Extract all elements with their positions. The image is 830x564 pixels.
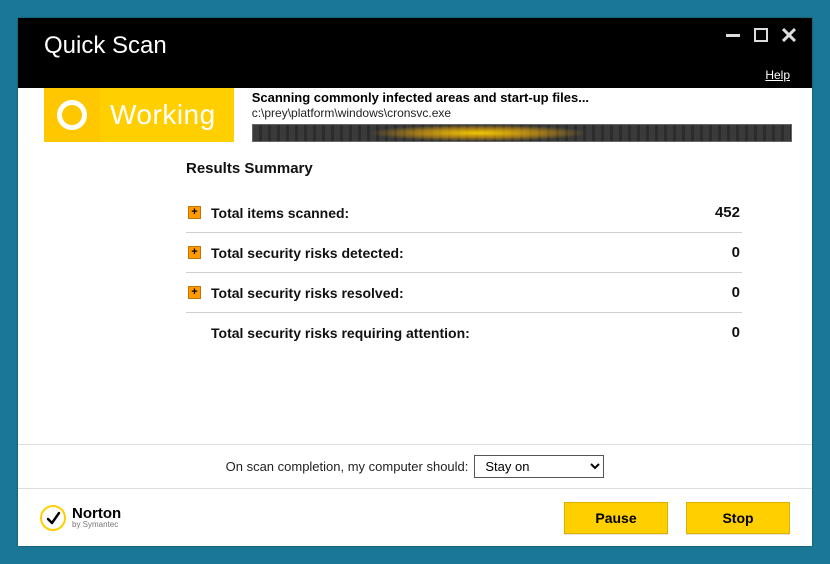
brand-sub: by Symantec bbox=[72, 521, 121, 529]
close-icon[interactable] bbox=[780, 26, 798, 44]
scan-message: Scanning commonly infected areas and sta… bbox=[252, 90, 792, 105]
brand-text: Norton by Symantec bbox=[72, 506, 121, 529]
help-link[interactable]: Help bbox=[765, 68, 790, 82]
minimize-icon[interactable] bbox=[724, 26, 742, 44]
stop-button[interactable]: Stop bbox=[686, 502, 790, 534]
row-value: 452 bbox=[670, 204, 740, 221]
row-label: Total security risks detected: bbox=[211, 245, 670, 261]
brand-name: Norton bbox=[72, 506, 121, 521]
status-badge: Working bbox=[18, 88, 234, 142]
scan-window: Quick Scan Help Working Scanning commonl… bbox=[18, 18, 812, 546]
results-row: + Total security risks resolved: 0 bbox=[186, 273, 742, 313]
row-value: 0 bbox=[670, 244, 740, 261]
brand: Norton by Symantec bbox=[40, 505, 121, 531]
row-value: 0 bbox=[670, 284, 740, 301]
status-row: Working Scanning commonly infected areas… bbox=[18, 88, 812, 142]
scan-info: Scanning commonly infected areas and sta… bbox=[234, 88, 812, 142]
progress-glow bbox=[371, 125, 586, 141]
footer: Norton by Symantec Pause Stop bbox=[18, 488, 812, 546]
completion-bar: On scan completion, my computer should: … bbox=[18, 444, 812, 488]
window-controls bbox=[724, 26, 798, 44]
scan-current-file: c:\prey\platform\windows\cronsvc.exe bbox=[252, 106, 792, 120]
row-label: Total security risks requiring attention… bbox=[211, 325, 670, 341]
results-row: + Total security risks requiring attenti… bbox=[186, 313, 742, 352]
progress-bar bbox=[252, 124, 792, 142]
row-label: Total security risks resolved: bbox=[211, 285, 670, 301]
completion-label: On scan completion, my computer should: bbox=[226, 459, 469, 474]
row-label: Total items scanned: bbox=[211, 205, 670, 221]
results-title: Results Summary bbox=[186, 160, 742, 177]
footer-buttons: Pause Stop bbox=[564, 502, 790, 534]
completion-select[interactable]: Stay on bbox=[474, 455, 604, 478]
expand-icon[interactable]: + bbox=[188, 286, 201, 299]
pause-button[interactable]: Pause bbox=[564, 502, 668, 534]
row-value: 0 bbox=[670, 324, 740, 341]
working-icon bbox=[44, 88, 100, 142]
titlebar: Quick Scan Help bbox=[18, 18, 812, 88]
maximize-icon[interactable] bbox=[752, 26, 770, 44]
status-label: Working bbox=[100, 88, 234, 142]
results-panel: Results Summary + Total items scanned: 4… bbox=[18, 142, 812, 444]
expand-icon[interactable]: + bbox=[188, 246, 201, 259]
expand-icon[interactable]: + bbox=[188, 206, 201, 219]
norton-logo-icon bbox=[40, 505, 66, 531]
results-row: + Total security risks detected: 0 bbox=[186, 233, 742, 273]
results-row: + Total items scanned: 452 bbox=[186, 193, 742, 233]
window-title: Quick Scan bbox=[44, 32, 167, 60]
